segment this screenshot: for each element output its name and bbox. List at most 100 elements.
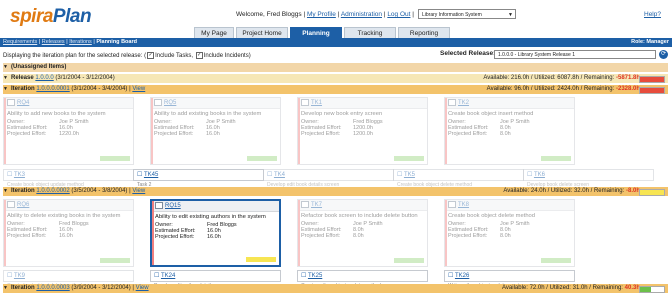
release-progress	[639, 76, 665, 83]
iteration-1-view-link[interactable]: View	[132, 86, 145, 92]
task-id-link[interactable]: TK4	[274, 172, 285, 178]
logout-link[interactable]: Log Out	[387, 11, 410, 18]
card-progress-swatch	[394, 156, 424, 161]
nav-releases[interactable]: Releases	[42, 39, 65, 45]
task-id-link[interactable]: TK25	[308, 273, 322, 279]
task-id-link[interactable]: TK3	[14, 172, 25, 178]
card-id-link[interactable]: RQ15	[165, 203, 181, 209]
card-progress-swatch	[394, 258, 424, 263]
story-card[interactable]: TK1 Develop new book entry screen Owner: Fr…	[297, 97, 428, 165]
card-id-link[interactable]: RQ4	[17, 100, 29, 106]
card-field-proj: Projected Effort: 8.0h	[445, 131, 574, 137]
task-icon: ☐	[7, 172, 14, 178]
iteration-3-link[interactable]: 1.0.0.0.0003	[36, 285, 69, 291]
story-card[interactable]: TK8 Create book object delete method Owner…	[444, 199, 575, 267]
task-card[interactable]: ☐ TK6 Develop book delete screen	[523, 169, 654, 188]
iteration-1-link[interactable]: 1.0.0.0.0001	[36, 86, 69, 92]
group-unassigned[interactable]: ▼ (Unassigned Items)	[3, 63, 668, 72]
iteration-2-progress	[639, 189, 665, 196]
card-id-link[interactable]: RQ5	[164, 100, 176, 106]
task-id-link[interactable]: TK45	[144, 172, 158, 178]
card-header[interactable]: RQ6	[4, 200, 133, 211]
card-progress-swatch	[246, 257, 276, 262]
card-field-value: 1200.0h	[353, 131, 373, 137]
task-card[interactable]: ☐ TK25Create author object update method	[297, 270, 428, 289]
tab-project-home[interactable]: Project Home	[236, 27, 288, 38]
task-card[interactable]: ☐ TK45 Task 2	[133, 169, 264, 188]
card-field-label: Projected Effort:	[301, 233, 341, 239]
help-link[interactable]: Help?	[644, 11, 661, 18]
card-field-label: Projected Effort:	[7, 131, 47, 137]
selected-release-label: Selected Release:	[440, 50, 496, 57]
task-id-link[interactable]: TK9	[14, 273, 25, 279]
card-title: Ability to add existing books in the sys…	[154, 111, 262, 117]
story-card[interactable]: RQ4 Ability to add new books to the syste…	[3, 97, 134, 165]
iteration-1-progress	[639, 87, 665, 94]
card-field-label: Projected Effort:	[301, 131, 341, 137]
card-id-link[interactable]: RQ6	[17, 202, 29, 208]
task-card[interactable]: ☐ TK3 Create book object update method	[3, 169, 134, 188]
card-header[interactable]: TK8	[445, 200, 574, 211]
nav-iterations[interactable]: Iterations	[69, 39, 92, 45]
card-id-link[interactable]: TK7	[311, 202, 322, 208]
iteration-2-view-link[interactable]: View	[132, 188, 145, 194]
group-iteration-1[interactable]: ▼ Iteration 1.0.0.0.0001 (3/1/2004 - 3/4/…	[3, 85, 668, 94]
card-type-icon	[7, 98, 15, 106]
task-icon: ☐	[397, 172, 404, 178]
administration-link[interactable]: Administration	[341, 11, 382, 18]
tab-planning[interactable]: Planning	[290, 27, 342, 38]
card-type-icon	[448, 200, 456, 208]
story-card[interactable]: RQ15 Ability to edit existing authors in …	[150, 199, 281, 267]
task-icon: ☐	[137, 172, 144, 178]
group-release[interactable]: ▼ Release 1.0.0.0 (3/1/2004 - 3/12/2004) …	[3, 74, 668, 83]
tab-tracking[interactable]: Tracking	[344, 27, 396, 38]
card-title: Refactor book screen to include delete b…	[301, 213, 418, 219]
card-id-link[interactable]: TK8	[458, 202, 469, 208]
release-version-link[interactable]: 1.0.0.0	[35, 75, 53, 81]
group-iteration-3[interactable]: ▼ Iteration 1.0.0.0.0003 (3/9/2004 - 3/12…	[3, 284, 668, 293]
card-field-value: 8.0h	[500, 131, 511, 137]
card-header[interactable]: TK7	[298, 200, 427, 211]
iteration-3-view-link[interactable]: View	[136, 285, 149, 291]
card-type-icon	[155, 201, 163, 209]
my-profile-link[interactable]: My Profile	[307, 11, 336, 18]
task-card[interactable]: ☐ TK5 Create book object delete method	[393, 169, 524, 188]
card-header[interactable]: TK1	[298, 98, 427, 109]
card-id-link[interactable]: TK2	[458, 100, 469, 106]
story-card[interactable]: RQ6 Ability to delete existing books in t…	[3, 199, 134, 267]
task-card[interactable]: ☐ TK24Develop edit author details screen	[150, 270, 281, 289]
card-header[interactable]: RQ4	[4, 98, 133, 109]
task-id-link[interactable]: TK24	[161, 273, 175, 279]
card-field-proj: Projected Effort: 1220.0h	[4, 131, 133, 137]
story-card[interactable]: TK7 Refactor book screen to include delet…	[297, 199, 428, 267]
task-id-link[interactable]: TK6	[534, 172, 545, 178]
card-type-icon	[448, 98, 456, 106]
story-card[interactable]: TK2 Create book object insert method Owner…	[444, 97, 575, 165]
group-iteration-2[interactable]: ▼ Iteration 1.0.0.0.0002 (3/5/2004 - 3/8/…	[3, 187, 668, 196]
task-id-link[interactable]: TK5	[404, 172, 415, 178]
include-incidents-checkbox[interactable]: ✓	[195, 52, 203, 59]
task-card[interactable]: ☐ TK4 Develop edit book details screen	[263, 169, 394, 188]
refresh-icon[interactable]: ⟳	[659, 50, 668, 59]
card-field-value: 16.0h	[207, 234, 221, 240]
task-icon: ☐	[154, 273, 161, 279]
nav-requirements[interactable]: Requirements	[3, 39, 37, 45]
story-card[interactable]: RQ5 Ability to add existing books in the …	[150, 97, 281, 165]
card-header[interactable]: RQ5	[151, 98, 280, 109]
welcome-bar: Welcome, Fred Bloggs | My Profile | Admi…	[236, 11, 414, 18]
card-header[interactable]: TK2	[445, 98, 574, 109]
project-select[interactable]: Library Information System ▼	[418, 9, 516, 19]
iteration-2-link[interactable]: 1.0.0.0.0002	[36, 188, 69, 194]
nav-planning-board[interactable]: Planning Board	[96, 39, 137, 45]
task-card[interactable]: ☐ TK9Create book object delete method	[3, 270, 134, 289]
include-tasks-label: Include Tasks,	[155, 53, 194, 60]
card-id-link[interactable]: TK1	[311, 100, 322, 106]
task-id-link[interactable]: TK26	[455, 273, 469, 279]
release-select[interactable]: 1.0.0.0 - Library System Release 1	[494, 50, 656, 59]
include-tasks-checkbox[interactable]: ✓	[147, 52, 155, 59]
task-card[interactable]: ☐ TK26Write author object update queries	[444, 270, 575, 289]
tab-my-page[interactable]: My Page	[194, 27, 234, 38]
tab-reporting[interactable]: Reporting	[398, 27, 450, 38]
card-header[interactable]: RQ15	[152, 201, 279, 212]
task-icon: ☐	[527, 172, 534, 178]
